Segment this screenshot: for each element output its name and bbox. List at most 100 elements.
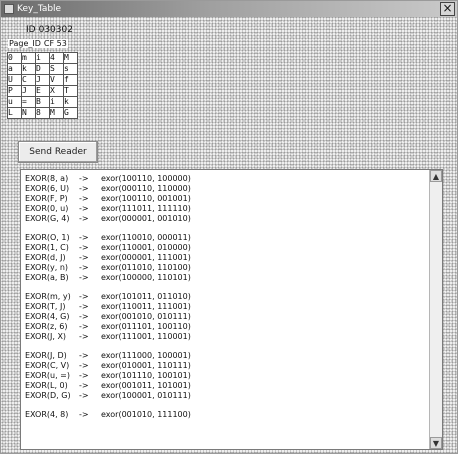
log-result: exor(110010, 000011) [101, 233, 191, 242]
log-operation: EXOR(6, U) [25, 184, 70, 193]
log-operation: EXOR(T, J) [25, 302, 66, 311]
key-table-cell: k [63, 96, 78, 108]
log-operation: EXOR(L, 0) [25, 381, 68, 390]
log-line: EXOR(4, G) -> exor(001010, 010111) [25, 312, 425, 322]
log-arrow: -> [79, 381, 89, 390]
log-arrow: -> [79, 312, 89, 321]
window-title: Key_Table [17, 4, 62, 14]
key-table-row: u = Bi k [7, 96, 78, 108]
log-line: EXOR(6, U) -> exor(000110, 110000) [25, 184, 425, 194]
log-result: exor(111011, 111110) [101, 204, 191, 213]
log-line: EXOR(y, n) -> exor(011010, 110100) [25, 263, 425, 273]
key-table-cell: i [35, 52, 50, 64]
key-table-row: akDSs [7, 63, 78, 75]
log-line: EXOR(a, B) -> exor(100000, 110101) [25, 273, 425, 283]
key-table-cell: u [7, 96, 22, 108]
log-arrow: -> [79, 214, 89, 223]
log-result: exor(100110, 100000) [101, 174, 191, 183]
key-table-cell: = [21, 96, 36, 108]
log-arrow: -> [79, 263, 89, 272]
log-arrow: -> [79, 184, 89, 193]
page-id-value: CF 53 [43, 39, 67, 48]
log-arrow: -> [79, 273, 89, 282]
key-table-cell: C [21, 74, 36, 86]
key-table-cell: i [49, 96, 64, 108]
log-result: exor(001011, 101001) [101, 381, 191, 390]
log-operation: EXOR(4, G) [25, 312, 70, 321]
log-operation: EXOR(m, y) [25, 292, 71, 301]
scroll-up-arrow-icon[interactable]: ▲ [430, 170, 442, 182]
key-table-cell: M [63, 52, 78, 64]
log-line: EXOR(0, u) -> exor(111011, 111110) [25, 204, 425, 214]
log-line: EXOR(m, y) -> exor(101011, 011010) [25, 292, 425, 302]
log-operation: EXOR(4, 8) [25, 410, 69, 419]
log-result: exor(110011, 111001) [101, 302, 191, 311]
key-table-cell: m [21, 52, 36, 64]
log-arrow: -> [79, 322, 89, 331]
log-arrow: -> [79, 410, 89, 419]
key-table-cell: T [63, 85, 78, 97]
key-table-cell: N [21, 107, 36, 119]
key-table-row: UCJVf [7, 74, 78, 86]
log-group-gap [25, 342, 425, 351]
app-icon [4, 4, 14, 14]
log-result: exor(000001, 111001) [101, 253, 191, 262]
log-group-gap [25, 401, 425, 410]
key-table-cell: B [35, 96, 50, 108]
scroll-down-arrow-icon[interactable]: ▼ [430, 437, 442, 449]
log-line: EXOR(4, 8) -> exor(001010, 111100) [25, 410, 425, 420]
key-table-row: PJEXT [7, 85, 78, 97]
log-group-gap [25, 283, 425, 292]
title-bar[interactable]: Key_Table × [1, 1, 457, 17]
log-line: EXOR(J, D) -> exor(111000, 100001) [25, 351, 425, 361]
key-table-cell: V [49, 74, 64, 86]
log-arrow: -> [79, 194, 89, 203]
key-table-cell: f [63, 74, 78, 86]
key-table-cell: J [21, 85, 36, 97]
log-operation: EXOR(a, B) [25, 273, 69, 282]
key-table-row: LN8MG [7, 107, 78, 119]
log-operation: EXOR(D, G) [25, 391, 71, 400]
page-id-label: Page_ID [9, 39, 41, 48]
log-line: EXOR(1, C) -> exor(110001, 010000) [25, 243, 425, 253]
log-line: EXOR(F, P) -> exor(100110, 001001) [25, 194, 425, 204]
log-arrow: -> [79, 243, 89, 252]
log-operation: EXOR(O, 1) [25, 233, 70, 242]
log-line: EXOR(z, 6) -> exor(011101, 100110) [25, 322, 425, 332]
log-result: exor(110001, 010000) [101, 243, 191, 252]
log-result: exor(100001, 010111) [101, 391, 191, 400]
log-operation: EXOR(G, 4) [25, 214, 70, 223]
close-button[interactable]: × [440, 2, 455, 16]
key-table-window: Key_Table × ID 030302 Page_ID CF 53 0mi4Ma… [0, 0, 458, 454]
log-operation: EXOR(C, V) [25, 361, 70, 370]
exor-log-textbox[interactable]: EXOR(8, a) -> exor(100110, 100000) EXOR(6, … [20, 169, 443, 450]
key-table-cell: P [7, 85, 22, 97]
log-result: exor(000110, 110000) [101, 184, 191, 193]
log-arrow: -> [79, 391, 89, 400]
exor-log-lines: EXOR(8, a) -> exor(100110, 100000) EXOR(6, … [25, 174, 425, 420]
log-result: exor(111001, 110001) [101, 332, 191, 341]
log-line: EXOR(8, a) -> exor(100110, 100000) [25, 174, 425, 184]
key-table-cell: J [35, 74, 50, 86]
vertical-scrollbar[interactable]: ▲ ▼ [429, 170, 442, 449]
log-result: exor(101011, 011010) [101, 292, 191, 301]
log-line: EXOR(T, J) -> exor(110011, 111001) [25, 302, 425, 312]
log-line: EXOR(C, V) -> exor(010001, 110111) [25, 361, 425, 371]
key-table-cell: L [7, 107, 22, 119]
key-table-cell: S [49, 63, 64, 75]
log-line: EXOR(u, =) -> exor(101110, 100101) [25, 371, 425, 381]
user-id-display: ID 030302 [23, 25, 73, 35]
log-result: exor(111000, 100001) [101, 351, 191, 360]
log-line: EXOR(D, G) -> exor(100001, 010111) [25, 391, 425, 401]
log-arrow: -> [79, 302, 89, 311]
log-arrow: -> [79, 233, 89, 242]
log-operation: EXOR(F, P) [25, 194, 68, 203]
log-result: exor(101110, 100101) [101, 371, 191, 380]
key-table-cell: M [49, 107, 64, 119]
key-table-cell: a [7, 63, 22, 75]
key-table-row: 0mi4M [7, 52, 78, 64]
log-operation: EXOR(0, u) [25, 204, 69, 213]
log-result: exor(100110, 001001) [101, 194, 191, 203]
send-reader-button[interactable]: Send Reader [18, 141, 98, 163]
log-result: exor(100000, 110101) [101, 273, 191, 282]
